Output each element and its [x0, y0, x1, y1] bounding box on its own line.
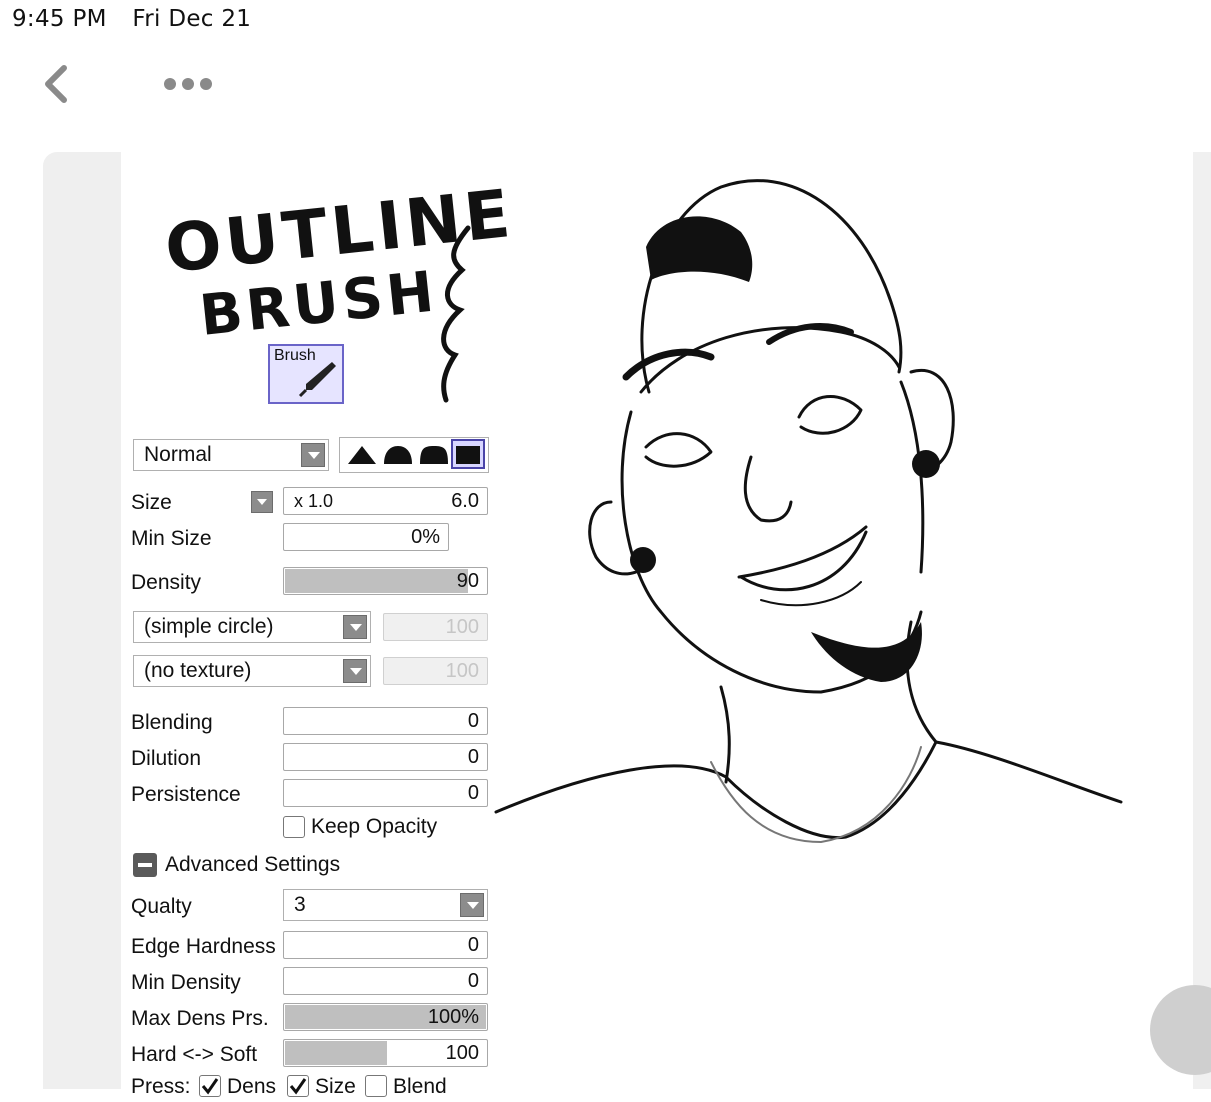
- min-size-label: Min Size: [131, 527, 212, 550]
- brush-shape-dropdown[interactable]: (simple circle): [133, 611, 371, 643]
- dilution-label: Dilution: [131, 747, 202, 770]
- hard-soft-value: 100: [445, 1042, 479, 1064]
- density-value: 90: [456, 570, 479, 592]
- density-fill: [285, 569, 468, 593]
- advanced-settings-label: Advanced Settings: [165, 853, 341, 876]
- blending-field[interactable]: 0: [283, 707, 488, 735]
- press-blend-label: Blend: [393, 1075, 447, 1098]
- edge-hardness-label: Edge Hardness: [131, 935, 276, 958]
- hard-soft-label: Hard <-> Soft: [131, 1043, 258, 1066]
- max-dens-prs-value: 100%: [427, 1006, 479, 1028]
- max-dens-prs-label: Max Dens Prs.: [131, 1007, 269, 1030]
- status-date: Fri Dec 21: [132, 6, 252, 32]
- texture-dropdown[interactable]: (no texture): [133, 655, 371, 687]
- blending-value: 0: [467, 710, 479, 732]
- shape-soft[interactable]: [420, 446, 448, 464]
- brush-settings-panel: Normal Size x 1.0 6.0 Min Size 0% Densit…: [121, 425, 493, 1098]
- blend-mode-dropdown[interactable]: Normal: [133, 439, 329, 471]
- quality-value: 3: [294, 893, 306, 916]
- back-button[interactable]: [36, 62, 80, 106]
- keep-opacity-checkbox[interactable]: [283, 816, 305, 838]
- edge-hardness-field[interactable]: 0: [283, 931, 488, 959]
- status-time: 9:45 PM: [12, 6, 107, 32]
- shape-square[interactable]: [451, 439, 485, 469]
- min-density-field[interactable]: 0: [283, 967, 488, 995]
- collapse-advanced-button[interactable]: [133, 853, 157, 877]
- hard-soft-fill: [285, 1041, 387, 1065]
- hard-soft-slider[interactable]: 100: [283, 1039, 488, 1067]
- brush-tool-tile[interactable]: Brush: [268, 344, 344, 404]
- brush-shape-amount-value: 100: [445, 616, 479, 638]
- min-size-field[interactable]: 0%: [283, 523, 449, 551]
- size-value: 6.0: [451, 490, 479, 512]
- size-multiplier: x 1.0: [294, 491, 334, 511]
- min-density-value: 0: [467, 970, 479, 992]
- chevron-down-icon: [301, 443, 325, 467]
- size-field[interactable]: x 1.0 6.0: [283, 487, 488, 515]
- chevron-down-icon: [343, 615, 367, 639]
- brush-shape-selector: [339, 437, 489, 473]
- quality-dropdown[interactable]: 3: [283, 889, 488, 921]
- shape-medium[interactable]: [384, 446, 412, 464]
- press-blend-checkbox[interactable]: [365, 1075, 387, 1097]
- press-dens-label: Dens: [227, 1075, 277, 1098]
- density-slider[interactable]: 90: [283, 567, 488, 595]
- shape-sharp[interactable]: [348, 446, 376, 464]
- dilution-value: 0: [467, 746, 479, 768]
- texture-amount: 100: [383, 657, 488, 685]
- chevron-left-icon: [45, 65, 67, 103]
- chevron-down-icon: [460, 893, 484, 917]
- status-bar: 9:45 PM Fri Dec 21: [12, 6, 269, 32]
- texture-amount-value: 100: [445, 660, 479, 682]
- blend-mode-value: Normal: [144, 443, 212, 466]
- press-size-checkbox[interactable]: [287, 1075, 309, 1097]
- right-scroll-strip: [1193, 152, 1211, 1089]
- chevron-down-icon: [343, 659, 367, 683]
- density-label: Density: [131, 571, 202, 594]
- size-label: Size: [131, 491, 172, 514]
- brush-shape-value: (simple circle): [144, 615, 274, 638]
- blending-label: Blending: [131, 711, 213, 734]
- brush-shape-amount: 100: [383, 613, 488, 641]
- brush-pen-icon: [298, 362, 336, 398]
- persistence-label: Persistence: [131, 783, 241, 806]
- persistence-value: 0: [467, 782, 479, 804]
- quality-label: Qualty: [131, 895, 192, 918]
- press-size-label: Size: [315, 1075, 356, 1098]
- min-size-value: 0%: [411, 526, 440, 548]
- persistence-field[interactable]: 0: [283, 779, 488, 807]
- max-dens-prs-slider[interactable]: 100%: [283, 1003, 488, 1031]
- press-label: Press:: [131, 1075, 191, 1098]
- ellipsis-icon: [164, 78, 212, 90]
- dilution-field[interactable]: 0: [283, 743, 488, 771]
- size-multiplier-arrow[interactable]: [251, 491, 273, 513]
- edge-hardness-value: 0: [467, 934, 479, 956]
- texture-value: (no texture): [144, 659, 252, 682]
- keep-opacity-label: Keep Opacity: [311, 815, 438, 838]
- more-button[interactable]: [160, 72, 220, 96]
- press-dens-checkbox[interactable]: [199, 1075, 221, 1097]
- min-density-label: Min Density: [131, 971, 241, 994]
